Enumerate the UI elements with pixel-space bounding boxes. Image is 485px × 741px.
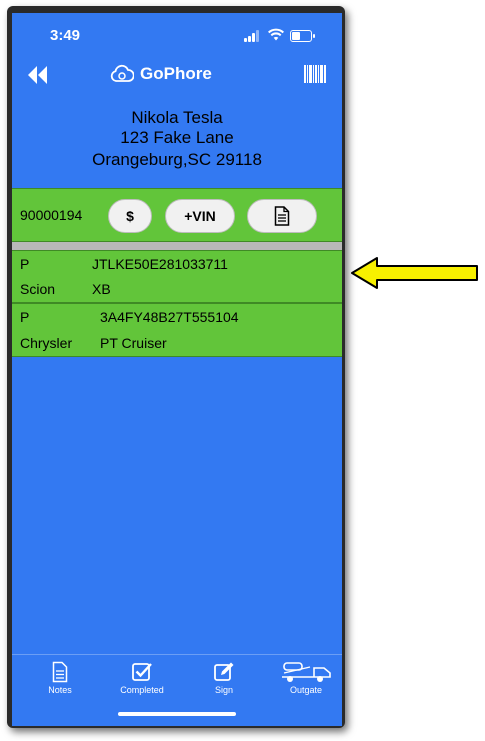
customer-street: 123 Fake Lane [120,128,234,147]
vehicle-type: P [20,256,30,272]
battery-icon [290,30,315,42]
status-time: 3:49 [50,27,81,44]
customer-name: Nikola Tesla [131,108,223,127]
home-indicator [118,712,236,716]
vehicle-row[interactable]: P JTLKE50E281033711 Scion XB [12,250,342,303]
tab-completed-label: Completed [120,685,164,695]
sign-icon [214,662,234,681]
cloud-logo-icon [110,64,134,82]
vehicle-model: PT Cruiser [100,335,167,351]
vehicle-make: Chrysler [20,335,73,351]
payment-button[interactable]: $ [108,199,152,233]
document-button[interactable] [247,199,317,233]
checkbox-icon [132,663,152,681]
tab-completed[interactable]: Completed [112,661,172,695]
tab-outgate[interactable]: Outgate [276,661,336,695]
vehicle-type: P [20,309,30,325]
rewind-icon [28,66,47,84]
vehicle-make: Scion [20,281,56,297]
wifi-icon [268,28,284,42]
vehicle-model: XB [92,281,111,297]
add-vin-button[interactable]: +VIN [165,199,235,233]
notes-icon [52,661,68,683]
app-brand: GoPhore [110,63,212,85]
vehicle-vin: JTLKE50E281033711 [92,256,228,272]
signal-icon [244,30,262,42]
vehicle-vin: 3A4FY48B27T555104 [100,309,239,325]
tab-sign-label: Sign [214,685,233,695]
tab-notes[interactable]: Notes [30,661,90,695]
battery-level [292,32,300,40]
app-screen: 3:49 GoPhore Nikola Tesla 123 Fake Lane … [12,13,342,726]
status-icons [238,27,318,45]
order-number: 90000194 [20,207,83,223]
tab-sign[interactable]: Sign [194,661,254,695]
tab-outgate-label: Outgate [289,685,323,695]
pointer-arrow-icon [351,257,478,289]
app-title: GoPhore [140,64,212,83]
document-icon [274,206,290,226]
back-button[interactable] [26,65,50,85]
barcode-scan-button[interactable] [304,65,326,83]
list-divider [12,242,342,250]
customer-city: Orangeburg,SC 29118 [92,150,262,169]
vehicle-row[interactable]: P 3A4FY48B27T555104 Chrysler PT Cruiser [12,303,342,357]
truck-icon [282,662,331,682]
order-toolbar: 90000194 $ +VIN [12,188,342,242]
tab-notes-label: Notes [48,685,72,695]
